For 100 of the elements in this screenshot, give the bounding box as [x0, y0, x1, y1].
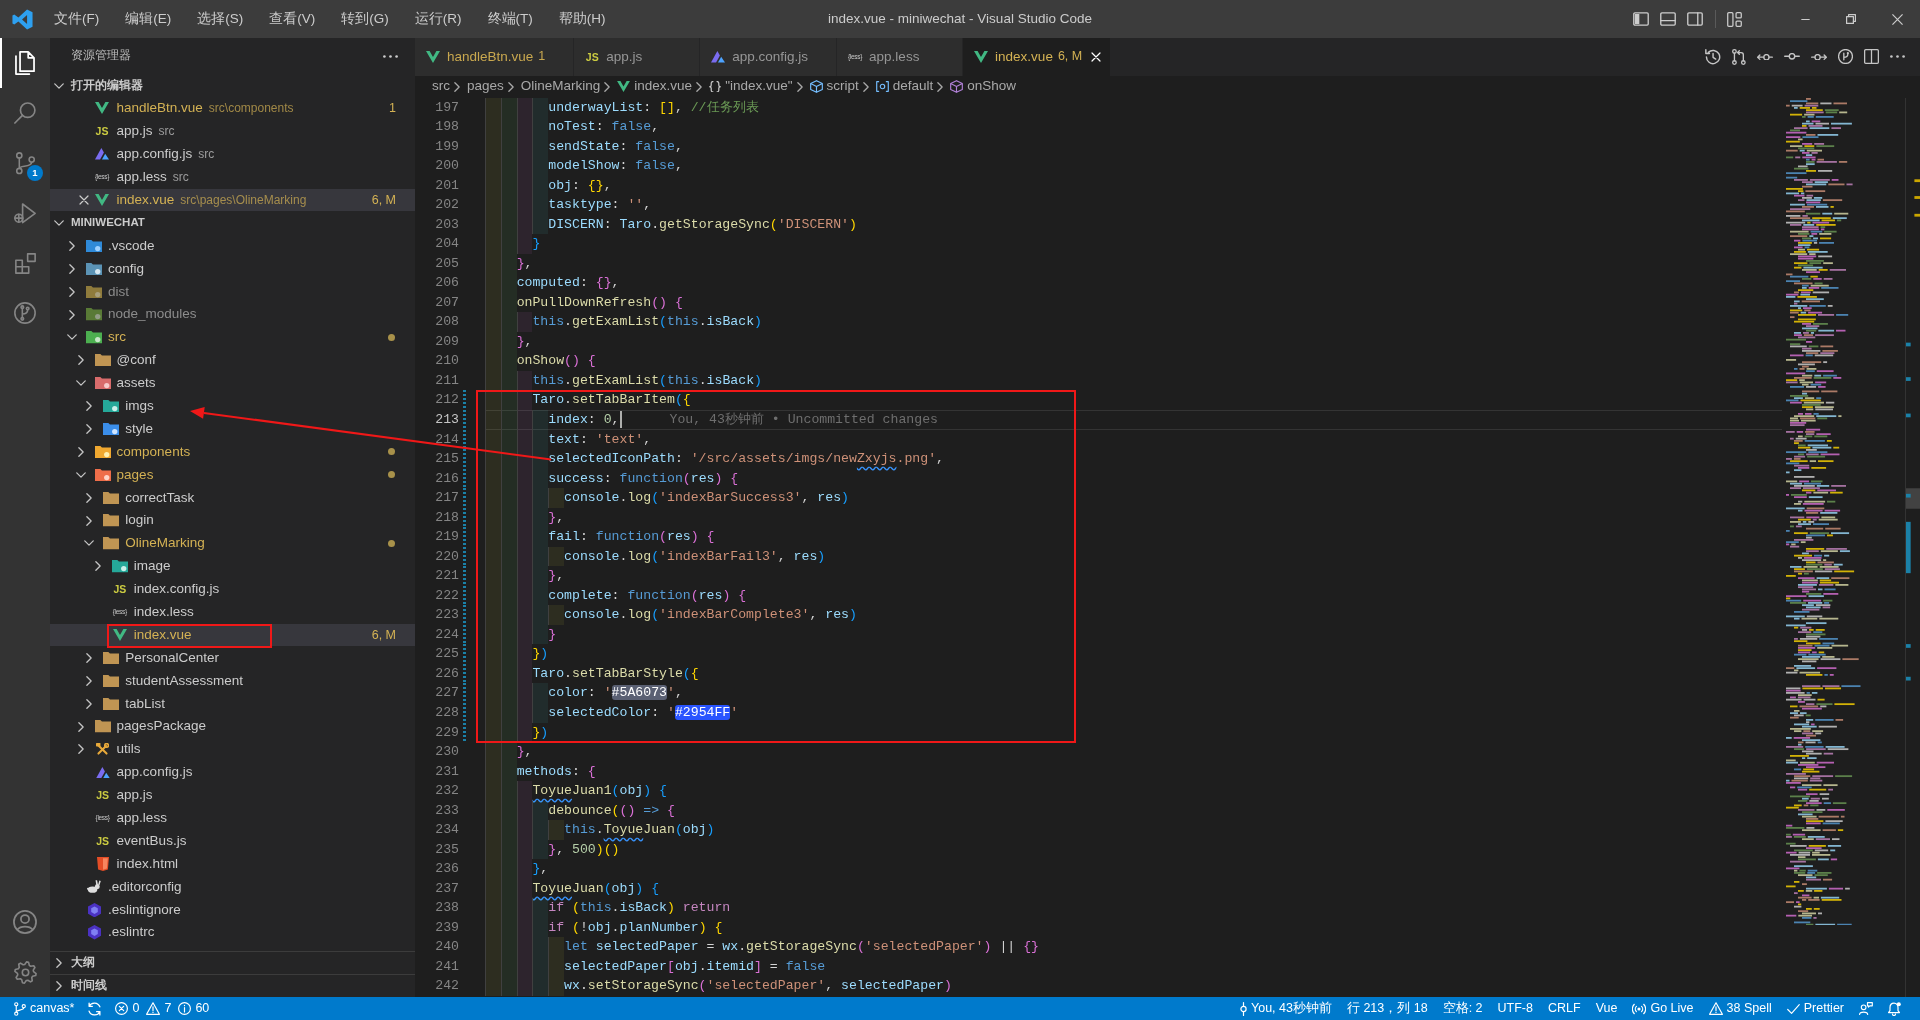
chevron-right-icon[interactable]	[77, 721, 84, 732]
cursor-position-button[interactable]: 行 213，列 18	[1341, 997, 1433, 1020]
tree-item[interactable]: JS eventBus.js	[50, 829, 415, 853]
open-editor-item[interactable]: index.vue src\pages\OlineMarking 6, M	[50, 188, 415, 212]
right-sidebar-toggle-icon[interactable]	[1687, 12, 1703, 26]
tree-item[interactable]: JS app.js	[50, 783, 415, 807]
chevron-right-icon[interactable]	[86, 424, 93, 434]
breadcrumb-item[interactable]: pages	[467, 76, 504, 97]
tree-item[interactable]: .vscode	[50, 234, 415, 258]
chevron-down-icon[interactable]	[84, 540, 95, 547]
tree-item[interactable]: app.config.js	[50, 760, 415, 784]
node-line-icon[interactable]	[1784, 53, 1800, 61]
chevron-right-icon[interactable]	[69, 263, 75, 274]
language-button[interactable]: Vue	[1590, 997, 1623, 1020]
menu-item[interactable]: 运行(R)	[401, 6, 475, 32]
section-header[interactable]: 打开的编辑器	[50, 74, 415, 97]
layout-icon[interactable]	[1727, 11, 1742, 27]
section-header[interactable]: MINIWECHAT	[50, 211, 415, 235]
menu-item[interactable]: 帮助(H)	[545, 6, 619, 32]
breadcrumb-item[interactable]: onShow	[950, 76, 1017, 97]
menu-item[interactable]: 终端(T)	[474, 6, 546, 32]
tree-item[interactable]: tabList	[50, 692, 415, 716]
chevron-right-icon[interactable]	[69, 309, 75, 320]
tree-item[interactable]: pages	[50, 463, 415, 487]
editor-tab[interactable]: index.vue 6, M	[963, 38, 1112, 76]
tree-item[interactable]: config	[50, 257, 415, 281]
close-icon[interactable]	[79, 195, 89, 205]
breadcrumb-item[interactable]: default	[875, 76, 934, 97]
open-editor-item[interactable]: handleBtn.vue src\components 1	[50, 97, 415, 120]
indentation-button[interactable]: 空格: 2	[1437, 997, 1488, 1020]
chevron-right-icon[interactable]	[69, 286, 75, 297]
breadcrumb-item[interactable]: index.vue	[617, 76, 693, 97]
chevron-right-icon[interactable]	[69, 240, 75, 251]
right-arrow-node-icon[interactable]	[1811, 53, 1827, 60]
tree-item[interactable]: utils	[50, 738, 415, 761]
chevron-right-icon[interactable]	[77, 446, 84, 457]
problems-button[interactable]: 0 7 60	[110, 997, 215, 1020]
blame-button[interactable]: You, 43秒钟前	[1235, 997, 1337, 1020]
tree-item[interactable]: style	[50, 417, 415, 441]
tree-item[interactable]: components	[50, 440, 415, 464]
chevron-right-icon[interactable]	[94, 561, 101, 572]
encoding-button[interactable]: UTF-8	[1492, 997, 1538, 1020]
panel-toggle-icon[interactable]	[1660, 12, 1676, 26]
tree-item[interactable]: image	[50, 554, 415, 578]
breadcrumb-item[interactable]: script	[809, 76, 859, 97]
tree-item[interactable]: OlineMarking	[50, 532, 415, 555]
tree-item[interactable]: PersonalCenter	[50, 646, 415, 670]
line-ending-button[interactable]: CRLF	[1543, 997, 1586, 1020]
tree-item[interactable]: assets	[50, 371, 415, 395]
formatter-button[interactable]: Prettier	[1781, 997, 1849, 1020]
tree-item[interactable]: studentAssessment	[50, 669, 415, 693]
editor-tab[interactable]: handleBtn.vue 1	[415, 38, 575, 76]
menu-item[interactable]: 选择(S)	[184, 6, 257, 32]
tree-item[interactable]: JS index.config.js	[50, 577, 415, 601]
tree-item[interactable]: pagesPackage	[50, 715, 415, 739]
chevron-right-icon[interactable]	[86, 652, 93, 663]
chevron-right-icon[interactable]	[86, 492, 93, 503]
more-icon[interactable]	[383, 54, 398, 58]
chevron-down-icon[interactable]	[75, 471, 86, 478]
open-editor-item[interactable]: app.config.js src	[50, 142, 415, 166]
tree-item[interactable]: dist	[50, 280, 415, 304]
clock-arrow-icon[interactable]	[1705, 48, 1721, 65]
tree-item[interactable]: index.html	[50, 852, 415, 876]
tree-item[interactable]: src	[50, 326, 415, 349]
chevron-right-icon[interactable]	[77, 744, 84, 755]
chevron-right-icon[interactable]	[86, 401, 93, 412]
breadcrumb-item[interactable]: OlineMarking	[520, 76, 601, 97]
more-icon[interactable]	[1890, 55, 1905, 59]
tree-item[interactable]: index.vue 6, M	[50, 623, 415, 647]
breadcrumb-item[interactable]: src	[432, 76, 450, 97]
chevron-right-icon[interactable]	[86, 675, 93, 686]
tree-item[interactable]: login	[50, 509, 415, 533]
menu-item[interactable]: 查看(V)	[256, 6, 329, 32]
menu-item[interactable]: 转到(G)	[328, 6, 402, 32]
editor-tab[interactable]: app.config.js	[700, 38, 838, 76]
go-live-button[interactable]: Go Live	[1627, 997, 1699, 1020]
menu-item[interactable]: 文件(F)	[41, 6, 113, 32]
tree-item[interactable]: correctTask	[50, 486, 415, 510]
tree-item[interactable]: .eslintignore	[50, 898, 415, 922]
branch-arrows-icon[interactable]	[1732, 48, 1746, 65]
chevron-down-icon[interactable]	[67, 334, 77, 341]
scrollbar-drawing[interactable]	[1905, 97, 1920, 997]
chevron-right-icon[interactable]	[86, 515, 93, 526]
chevron-down-icon[interactable]	[75, 380, 86, 387]
tree-item[interactable]: .eslintrc	[50, 921, 415, 945]
sidebar-toggle-icon[interactable]	[1633, 12, 1649, 26]
source-control-button[interactable]: 1	[0, 138, 50, 188]
tree-item[interactable]: .editorconfig	[50, 875, 415, 899]
spell-check-button[interactable]: 38 Spell	[1703, 997, 1777, 1020]
split-icon[interactable]	[1864, 49, 1879, 65]
section-header[interactable]: 大纲	[50, 951, 415, 974]
left-arrow-node-icon[interactable]	[1757, 53, 1773, 60]
branch-button[interactable]: canvas*	[9, 997, 80, 1020]
open-editor-item[interactable]: JS app.js src	[50, 119, 415, 143]
tree-item[interactable]: node_modules	[50, 303, 415, 326]
chevron-right-icon[interactable]	[86, 698, 93, 709]
editor-tab[interactable]: JS app.js	[574, 38, 701, 76]
breadcrumb-item[interactable]: "index.vue"	[709, 76, 793, 97]
menu-item[interactable]: 编辑(E)	[112, 6, 185, 32]
chevron-right-icon[interactable]	[77, 355, 84, 366]
